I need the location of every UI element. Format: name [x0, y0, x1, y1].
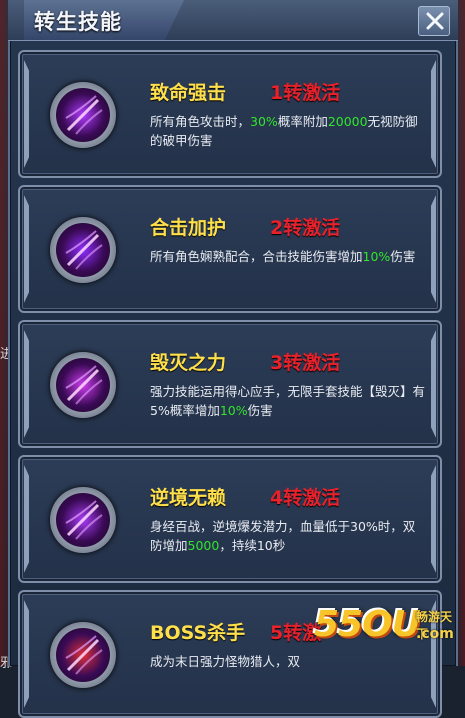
skill-name: 合击加护 [150, 217, 227, 239]
skill-card: 毁灭之力 3转激活强力技能运用得心应手，无限手套技能【毁灭】有5%概率增加10%伤… [18, 320, 442, 448]
activation-label: 1转激活 [270, 82, 341, 104]
purple-slash-icon [56, 88, 110, 142]
skill-description: 强力技能运用得心应手，无限手套技能【毁灭】有5%概率增加10%伤害 [150, 384, 426, 418]
skill-icon-frame [50, 352, 116, 418]
skill-icon-frame [50, 82, 116, 148]
close-button[interactable]: X [418, 6, 450, 36]
activation-label: 3转激活 [270, 352, 341, 374]
activation-label: 2转激活 [270, 217, 341, 239]
watermark-logo: 55OU [314, 604, 421, 645]
skill-card: 致命强击 1转激活所有角色攻击时，30%概率附加20000无视防御的破甲伤害 [18, 50, 442, 178]
skill-card: 合击加护 2转激活所有角色娴熟配合，合击技能伤害增加10%伤害 [18, 185, 442, 313]
skill-name: 毁灭之力 [150, 352, 227, 374]
red-sphere-icon [56, 628, 110, 682]
skill-name: 逆境无赖 [150, 487, 227, 509]
skill-icon-frame [50, 622, 116, 688]
panel-title: 转生技能 [34, 10, 122, 34]
skill-description: 身经百战，逆境爆发潜力，血量低于30%时，双防增加5000，持续10秒 [150, 519, 416, 553]
purple-feather-icon [56, 493, 110, 547]
skill-description: 所有角色攻击时，30%概率附加20000无视防御的破甲伤害 [150, 114, 418, 148]
skill-icon-frame [50, 487, 116, 553]
purple-blade-icon [56, 223, 110, 277]
skill-name: BOSS杀手 [150, 622, 246, 644]
skill-description: 所有角色娴熟配合，合击技能伤害增加10%伤害 [150, 249, 416, 264]
skill-name: 致命强击 [150, 82, 227, 104]
close-icon [426, 12, 444, 30]
watermark-domain: .com [416, 626, 454, 642]
purple-burst-icon [56, 358, 110, 412]
activation-label: 4转激活 [270, 487, 341, 509]
skill-icon-frame [50, 217, 116, 283]
site-watermark: 55OU 畅游天下 .com [308, 598, 460, 660]
skill-card: 逆境无赖 4转激活身经百战，逆境爆发潜力，血量低于30%时，双防增加5000，持续… [18, 455, 442, 583]
